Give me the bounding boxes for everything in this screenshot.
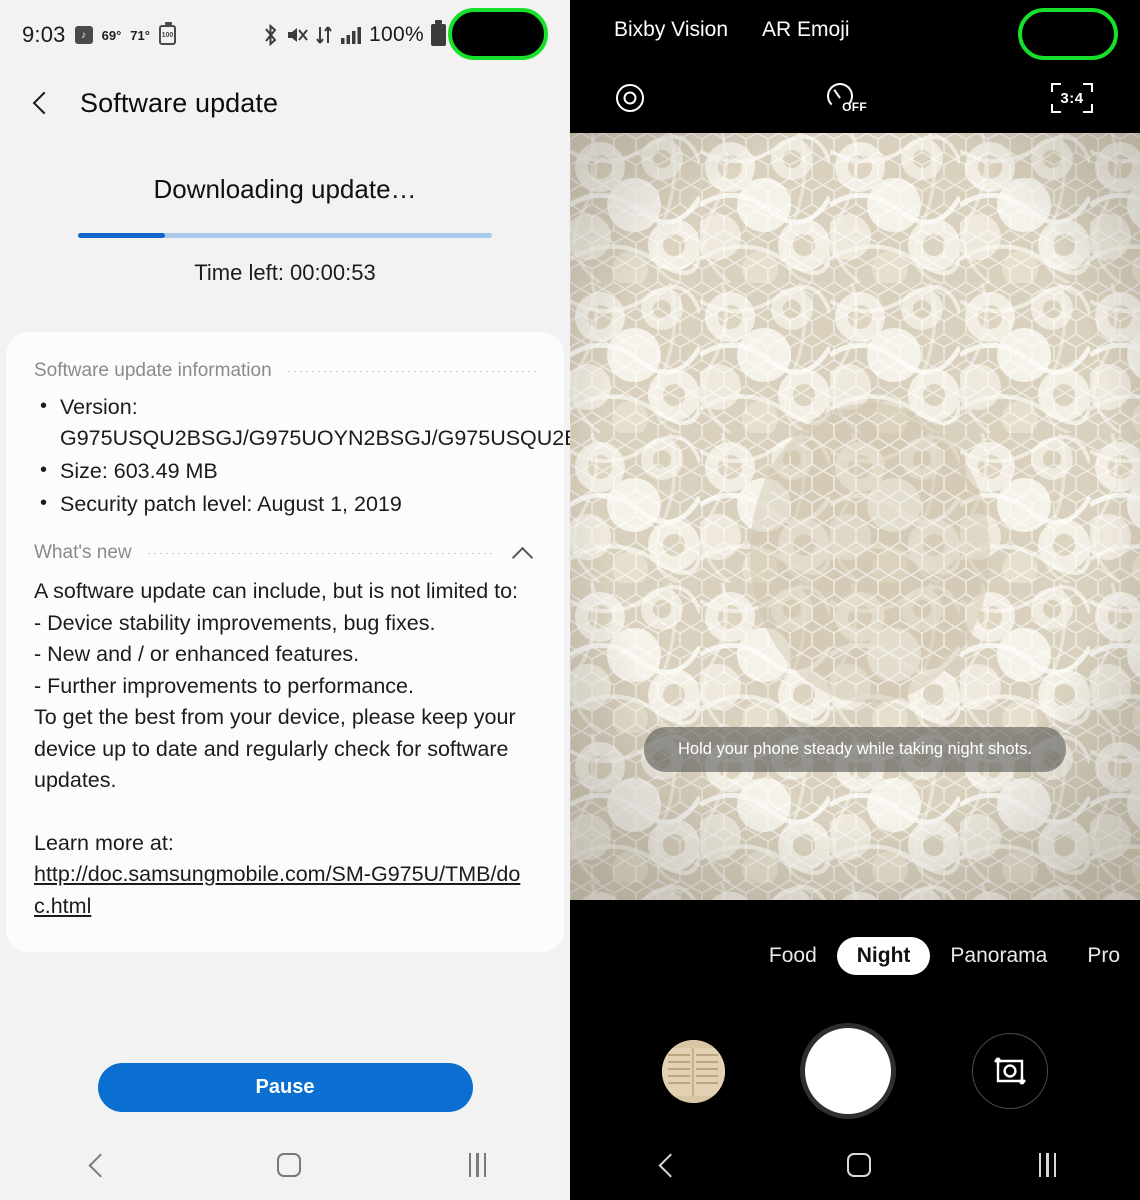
status-time: 9:03: [22, 22, 66, 47]
pause-button[interactable]: Pause: [97, 1063, 473, 1112]
nav-home-icon[interactable]: [847, 1153, 872, 1177]
section-title: What's new: [34, 542, 132, 563]
whats-new-paragraph: To get the best from your device, please…: [34, 705, 516, 792]
battery-full-icon: [430, 20, 446, 46]
battery-saver-100-icon: 100: [158, 22, 176, 45]
aspect-ratio-label: 3:4: [1060, 89, 1084, 107]
timer-icon[interactable]: OFF: [827, 82, 867, 114]
learn-more-label: Learn more at:: [34, 830, 174, 855]
night-mode-toast: Hold your phone steady while taking nigh…: [643, 727, 1067, 772]
bluetooth-icon: [265, 24, 277, 46]
gear-icon[interactable]: [616, 84, 644, 112]
back-chevron-icon[interactable]: [30, 92, 52, 114]
learn-more-link[interactable]: http://doc.samsungmobile.com/SM-G975U/TM…: [34, 859, 536, 922]
page-title: Software update: [80, 87, 279, 118]
page-header: Software update: [0, 70, 570, 136]
list-item: Size: 603.49 MB: [34, 455, 536, 487]
system-nav-bar: [570, 1130, 1140, 1200]
update-info-card: Software update information Version: G97…: [6, 332, 620, 952]
switch-camera-icon[interactable]: [972, 1033, 1049, 1109]
software-update-screen: 9:03 ♪ 69° 71° 100 100% Software update …: [0, 0, 620, 1200]
gallery-thumbnail[interactable]: [661, 1039, 725, 1103]
list-item: Security patch level: August 1, 2019: [34, 488, 536, 520]
update-info-list: Version: G975USQU2BSGJ/G975UOYN2BSGJ/G97…: [34, 391, 620, 520]
time-left-label: Time left: 00:00:53: [194, 260, 376, 285]
nav-back-icon[interactable]: [84, 1152, 110, 1178]
camera-mode-selector[interactable]: Food Night Panorama Pro: [570, 900, 1140, 1012]
camera-mode-food[interactable]: Food: [749, 937, 837, 975]
media-note-icon: ♪: [74, 26, 93, 44]
status-bar-right: 100%: [262, 0, 446, 70]
pause-button-container: Pause: [0, 1063, 570, 1112]
status-bar-left: 9:03 ♪ 69° 71° 100: [22, 22, 176, 48]
camera-top-bar: Bixby Vision AR Emoji OFF 3:4: [570, 0, 1140, 133]
list-item: - Device stability improvements, bug fix…: [34, 610, 436, 635]
camera-mode-panorama[interactable]: Panorama: [930, 937, 1067, 975]
download-heading: Downloading update…: [153, 174, 417, 204]
whats-new-bullets: - Device stability improvements, bug fix…: [34, 608, 536, 703]
list-item: - Further improvements to performance.: [34, 673, 414, 698]
ar-emoji-tab[interactable]: AR Emoji: [762, 18, 850, 42]
section-title: Software update information: [34, 360, 272, 381]
nav-recents-icon[interactable]: [1038, 1153, 1057, 1177]
status-bar: 9:03 ♪ 69° 71° 100 100%: [0, 0, 570, 70]
aspect-ratio-icon[interactable]: 3:4: [1050, 83, 1094, 113]
whats-new-intro: A software update can include, but is no…: [34, 579, 519, 603]
camera-icon-row: OFF 3:4: [570, 74, 1140, 122]
battery-percent: 100%: [369, 23, 424, 46]
whats-new-section: What's new A software update can include…: [34, 542, 536, 922]
chevron-up-icon[interactable]: [510, 545, 536, 561]
camera-controls: [570, 1012, 1140, 1130]
camera-mode-night[interactable]: Night: [836, 937, 931, 975]
dual-screenshot: 9:03 ♪ 69° 71° 100 100% Software update …: [0, 0, 1140, 1200]
download-progress-fill: [78, 233, 165, 238]
timer-label: OFF: [842, 100, 867, 114]
status-temp-current: 69°: [101, 27, 122, 43]
signal-bars-icon: [341, 27, 361, 44]
speaker-muted-icon: [288, 28, 308, 42]
download-progress-bar: [78, 233, 492, 238]
camera-viewfinder[interactable]: Hold your phone steady while taking nigh…: [570, 133, 1140, 900]
nav-back-icon[interactable]: [654, 1152, 680, 1178]
green-pill-highlight: [448, 8, 548, 60]
nav-recents-icon[interactable]: [468, 1153, 487, 1177]
software-update-information-header: Software update information: [34, 360, 536, 382]
green-pill-highlight: [1018, 8, 1118, 60]
camera-mode-pro[interactable]: Pro: [1067, 937, 1140, 975]
camera-screen: Bixby Vision AR Emoji OFF 3:4 Hold your …: [570, 0, 1140, 1200]
list-item: Version: G975USQU2BSGJ/G975UOYN2BSGJ/G97…: [34, 391, 620, 454]
shutter-button[interactable]: [800, 1023, 897, 1119]
whats-new-header[interactable]: What's new: [34, 542, 536, 564]
status-temp-secondary: 71°: [130, 27, 150, 43]
nav-home-icon[interactable]: [277, 1153, 302, 1177]
dotted-divider: [145, 552, 496, 554]
list-item: - New and / or enhanced features.: [34, 642, 360, 666]
data-transfer-icon: [316, 26, 332, 44]
whats-new-body: A software update can include, but is no…: [34, 576, 536, 922]
lace-fabric-preview: [570, 133, 1140, 900]
system-nav-bar: [0, 1130, 570, 1200]
bixby-vision-tab[interactable]: Bixby Vision: [614, 18, 728, 42]
dotted-divider: [285, 370, 536, 372]
